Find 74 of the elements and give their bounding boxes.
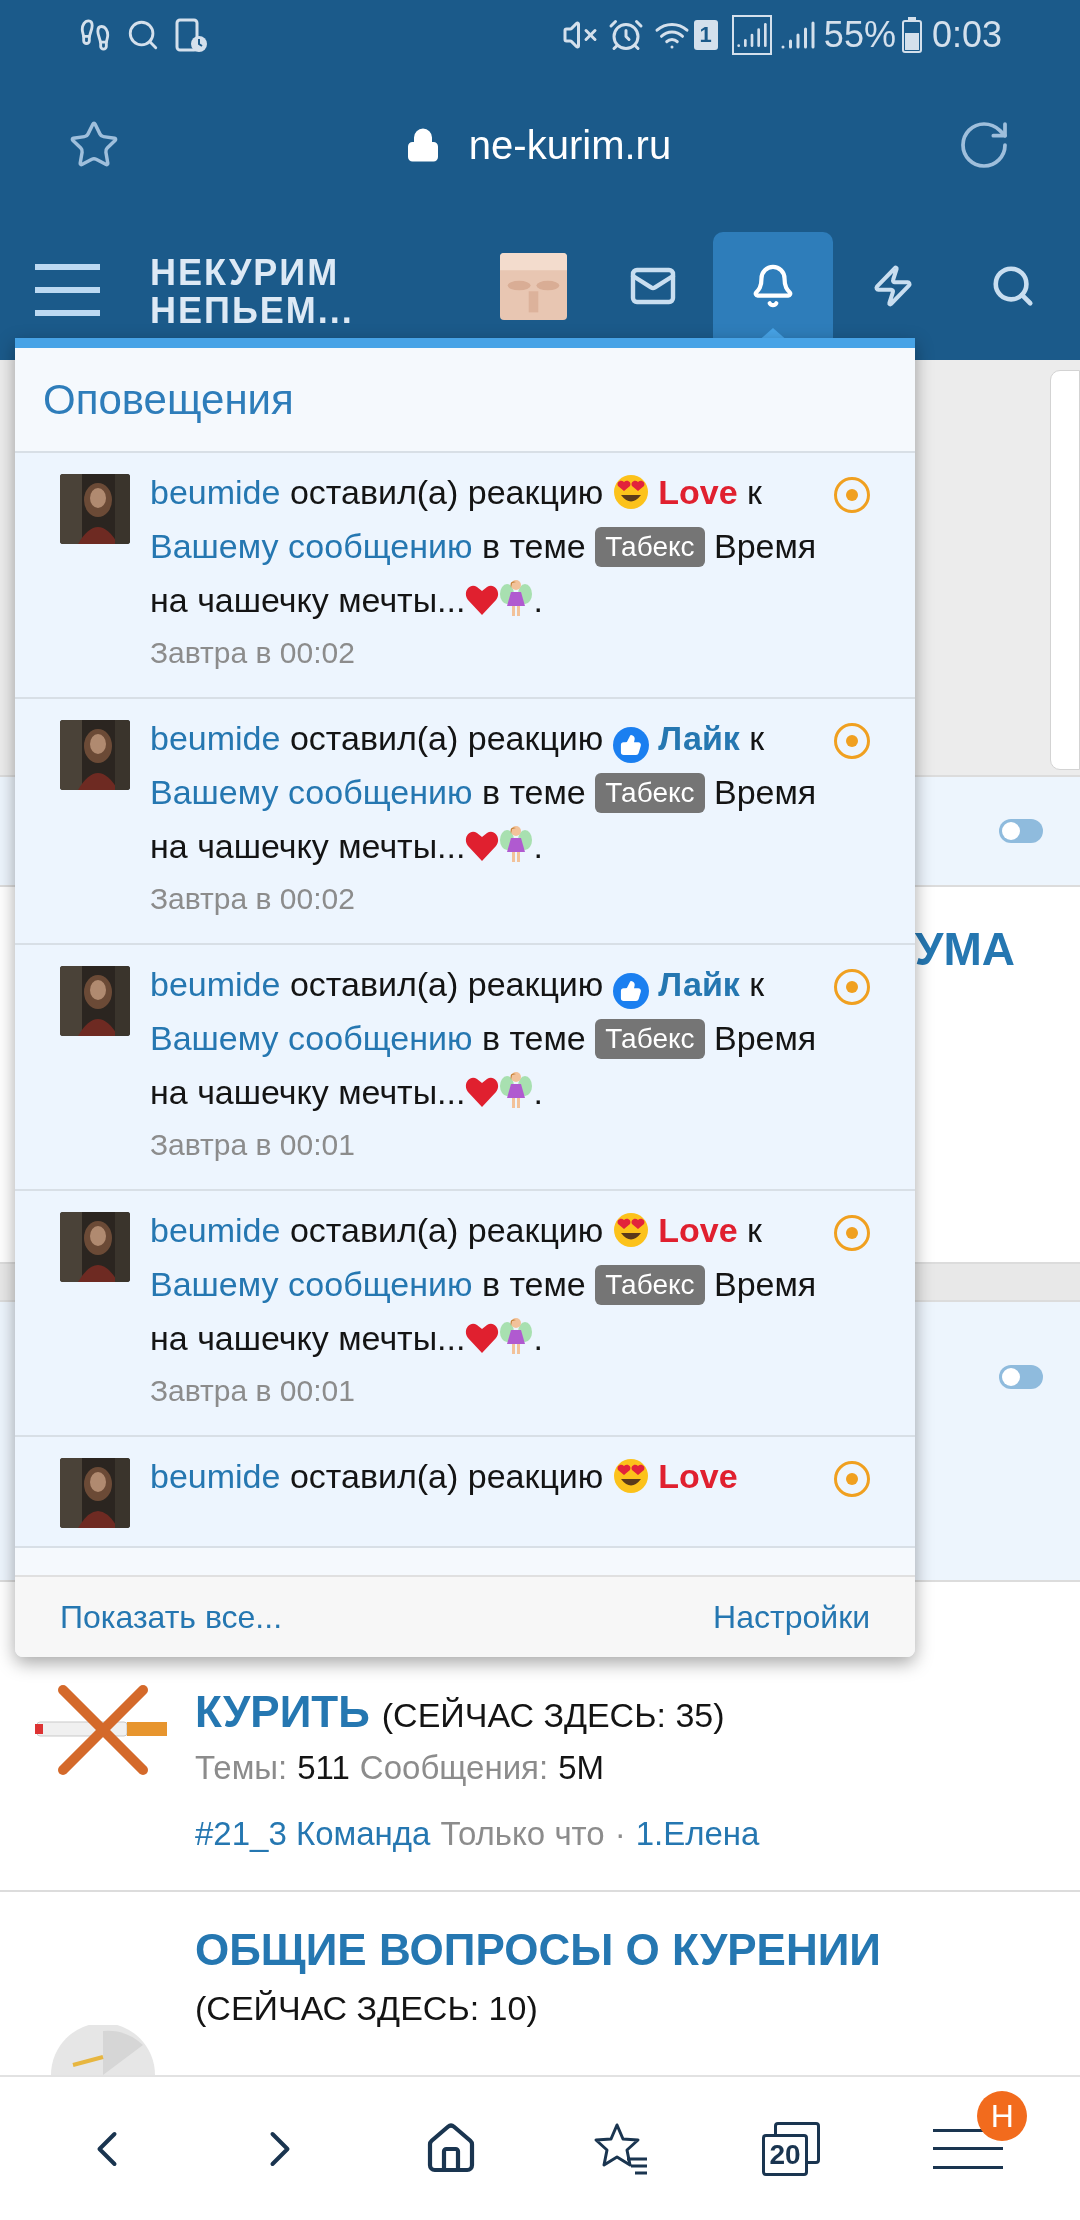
notification-time: Завтра в 00:02 (150, 881, 356, 917)
battery-percent: 55% (823, 13, 896, 57)
online-count: (СЕЙЧАС ЗДЕСЬ: 35) (381, 1695, 725, 1736)
sim-badge: 1 (693, 20, 718, 50)
search-icon (990, 263, 1036, 309)
thumbs-up-icon (612, 727, 649, 763)
notification-time: Завтра в 00:01 (150, 1127, 356, 1163)
separator-dot: · (614, 1814, 626, 1854)
notification-item[interactable]: beumide оставил(а) реакцию Love (15, 1437, 915, 1548)
fairy-icon (499, 1316, 534, 1356)
stat-label: Сообщения: (359, 1748, 549, 1788)
notification-item[interactable]: beumide оставил(а) реакцию Лайк к Вашему сообщению в теме Табекс Время на чашечку мечты... . Завтра в 00:02 (15, 699, 915, 945)
message-link[interactable]: Вашему сообщению (150, 773, 473, 811)
prefix-tag[interactable]: Табекс (595, 1265, 705, 1305)
heart-icon (465, 1322, 500, 1354)
notification-badge: Н (977, 2090, 1028, 2141)
phone-clock-icon (174, 17, 208, 53)
settings-link[interactable]: Настройки (713, 1593, 870, 1641)
user-link[interactable]: beumide (150, 719, 281, 757)
user-link[interactable]: beumide (150, 1211, 281, 1249)
forum-title[interactable]: ОБЩИЕ ВОПРОСЫ О КУРЕНИИ (195, 1920, 881, 1980)
battery-icon (901, 17, 922, 53)
site-logo-text: НЕПЬЕМ... (150, 292, 355, 330)
clock-time: 0:03 (931, 13, 1002, 57)
message-link[interactable]: Вашему сообщению (150, 1019, 473, 1057)
notification-time: Завтра в 00:01 (150, 1373, 356, 1409)
popup-title: Оповещения (43, 375, 294, 425)
user-link[interactable]: beumide (150, 473, 281, 511)
fairy-icon (499, 824, 534, 864)
url-text[interactable]: ne-kurim.ru (468, 115, 672, 175)
menu-icon[interactable] (35, 264, 100, 316)
online-count: (СЕЙЧАС ЗДЕСЬ: 10) (195, 1988, 539, 2029)
site-logo-text: НЕКУРИМ (150, 254, 341, 292)
heart-icon (465, 830, 500, 862)
user-link[interactable]: beumide (150, 1457, 281, 1495)
heart-eyes-emoji-icon (612, 1458, 649, 1494)
user-link[interactable]: beumide (150, 965, 281, 1003)
forum-heading[interactable]: УМА (914, 921, 1015, 1262)
notification-item[interactable]: beumide оставил(а) реакцию Лайк к Вашему сообщению в теме Табекс Время на чашечку мечты... . Завтра в 00:01 (15, 945, 915, 1191)
heart-icon (465, 1076, 500, 1108)
search-icon (126, 18, 160, 52)
fairy-icon (499, 578, 534, 618)
message-link[interactable]: Вашему сообщению (150, 1265, 473, 1303)
notification-text: beumide оставил(а) реакцию Love к Вашему сообщению в теме Табекс Время на чашечку мечты... . (150, 472, 818, 621)
show-all-link[interactable]: Показать все... (60, 1593, 283, 1641)
prefix-tag[interactable]: Табекс (595, 1019, 705, 1059)
stat-value: 511 (297, 1748, 350, 1788)
fairy-icon (499, 1070, 534, 1110)
prefix-tag[interactable]: Табекс (595, 527, 705, 567)
user-link[interactable]: 1.Елена (635, 1808, 760, 1860)
heart-eyes-emoji-icon (612, 474, 649, 510)
notification-text: beumide оставил(а) реакцию Лайк к Вашему сообщению в теме Табекс Время на чашечку мечты... . (150, 964, 818, 1113)
alarm-icon (607, 17, 644, 53)
signal-icon (731, 15, 772, 55)
thumbs-up-icon (612, 973, 649, 1009)
post-time: Только что (440, 1814, 605, 1854)
toggle-switch[interactable] (999, 1365, 1043, 1389)
notification-time: Завтра в 00:02 (150, 635, 356, 671)
steps-icon (78, 18, 112, 52)
prefix-tag[interactable]: Табекс (595, 773, 705, 813)
heart-icon (465, 584, 500, 616)
alerts-button[interactable] (713, 232, 833, 340)
stat-value: 5M (558, 1748, 604, 1788)
heart-eyes-emoji-icon (612, 1212, 649, 1248)
notification-item[interactable]: beumide оставил(а) реакцию Love к Вашему сообщению в теме Табекс Время на чашечку мечты... . Завтра в 00:01 (15, 1191, 915, 1437)
thread-link[interactable]: #21_3 Команда (195, 1808, 431, 1860)
toggle-switch[interactable] (999, 819, 1043, 843)
notification-text: beumide оставил(а) реакцию Love (150, 1456, 738, 1497)
notification-text: beumide оставил(а) реакцию Love к Вашему сообщению в теме Табекс Время на чашечку мечты... . (150, 1210, 818, 1359)
stat-label: Темы: (195, 1748, 288, 1788)
notification-text: beumide оставил(а) реакцию Лайк к Вашему сообщению в теме Табекс Время на чашечку мечты... . (150, 718, 818, 867)
message-link[interactable]: Вашему сообщению (150, 527, 473, 565)
notification-item[interactable]: beumide оставил(а) реакцию Love к Вашему сообщению в теме Табекс Время на чашечку мечты... . Завтра в 00:02 (15, 453, 915, 699)
forum-title[interactable]: КУРИТЬ (195, 1682, 370, 1742)
